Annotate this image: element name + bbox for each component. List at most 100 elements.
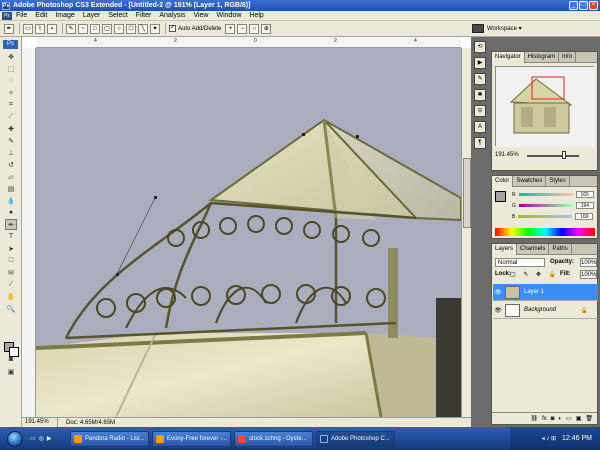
tab-styles[interactable]: Styles bbox=[546, 176, 570, 187]
ellipse-icon[interactable]: ○ bbox=[114, 23, 124, 34]
opacity-field[interactable]: 100% bbox=[580, 258, 597, 267]
tab-histogram[interactable]: Histogram bbox=[525, 52, 560, 63]
menu-filter[interactable]: Filter bbox=[136, 12, 152, 19]
tab-layers[interactable]: Layers bbox=[492, 244, 518, 255]
tab-swatches[interactable]: Swatches bbox=[513, 176, 547, 187]
tool-presets-icon[interactable]: ✎ bbox=[474, 73, 486, 85]
brush-tool-icon[interactable]: ✎ bbox=[5, 135, 17, 146]
navigator-thumbnail[interactable] bbox=[495, 66, 595, 147]
media-icon[interactable]: ▶ bbox=[47, 435, 52, 442]
pen-icon[interactable]: ✎ bbox=[66, 23, 76, 34]
workspace-menu[interactable]: Workspace ▾ bbox=[487, 25, 522, 32]
shape-tool-icon[interactable]: □ bbox=[5, 255, 17, 266]
fill-pixels-icon[interactable]: ▪ bbox=[47, 23, 57, 34]
character-panel-icon[interactable]: A bbox=[474, 121, 486, 133]
layer-row-layer-1[interactable]: 👁 Layer 1 bbox=[493, 284, 598, 301]
b-value-field[interactable]: 169 bbox=[575, 213, 594, 220]
paths-icon[interactable]: ⌇ bbox=[35, 23, 45, 34]
navigator-slider-knob[interactable] bbox=[562, 151, 566, 159]
tab-navigator[interactable]: Navigator bbox=[492, 52, 525, 63]
lasso-tool-icon[interactable]: ◌ bbox=[5, 75, 17, 86]
r-slider[interactable] bbox=[518, 193, 573, 196]
clone-source-icon[interactable]: ⊙ bbox=[474, 105, 486, 117]
path-selection-icon[interactable]: ➤ bbox=[5, 243, 17, 254]
tab-paths[interactable]: Paths bbox=[549, 244, 572, 255]
maximize-icon[interactable]: □ bbox=[579, 1, 588, 10]
freeform-pen-icon[interactable]: ~ bbox=[78, 23, 88, 34]
task-pandora[interactable]: Pandora Radio - List... bbox=[70, 430, 149, 447]
custom-shape-icon[interactable]: ✦ bbox=[150, 23, 160, 34]
background-color-swatch[interactable] bbox=[9, 347, 19, 357]
hand-tool-icon[interactable]: ✋ bbox=[5, 291, 17, 302]
navigator-zoom[interactable]: 191.45% bbox=[495, 152, 519, 158]
tab-channels[interactable]: Channels bbox=[517, 244, 550, 255]
desktop-icon[interactable]: ▭ bbox=[30, 435, 36, 442]
g-value-field[interactable]: 194 bbox=[575, 202, 594, 209]
visibility-eye-icon[interactable]: 👁 bbox=[493, 289, 503, 296]
zoom-level-field[interactable]: 191.45% bbox=[22, 418, 58, 427]
notes-tool-icon[interactable]: ✉ bbox=[5, 267, 17, 278]
pen-tool-icon[interactable]: ✒ bbox=[5, 219, 17, 230]
fill-field[interactable]: 100% bbox=[580, 270, 597, 279]
new-group-icon[interactable]: ▭ bbox=[566, 415, 572, 422]
path-add-icon[interactable]: + bbox=[225, 23, 236, 34]
history-brush-icon[interactable]: ↺ bbox=[5, 159, 17, 170]
actions-panel-icon[interactable]: ▶ bbox=[474, 57, 486, 69]
path-subtract-icon[interactable]: − bbox=[237, 23, 248, 34]
visibility-eye-icon[interactable]: 👁 bbox=[493, 307, 503, 314]
polygon-icon[interactable]: ⬡ bbox=[126, 23, 136, 34]
b-slider[interactable] bbox=[518, 215, 573, 218]
layer-style-icon[interactable]: fx bbox=[542, 416, 547, 422]
g-slider[interactable] bbox=[518, 204, 573, 207]
crop-tool-icon[interactable]: ⌗ bbox=[5, 99, 17, 110]
tab-info[interactable]: Info bbox=[559, 52, 577, 63]
healing-brush-icon[interactable]: ✚ bbox=[5, 123, 17, 134]
slice-tool-icon[interactable]: ⟋ bbox=[5, 111, 17, 122]
brushes-panel-icon[interactable]: ✱ bbox=[474, 89, 486, 101]
r-value-field[interactable]: 165 bbox=[575, 191, 594, 198]
clone-stamp-icon[interactable]: ⊥ bbox=[5, 147, 17, 158]
dodge-tool-icon[interactable]: ● bbox=[5, 207, 17, 218]
path-intersect-icon[interactable]: ∩ bbox=[249, 23, 260, 34]
task-stock[interactable]: stock.schng - Oyste... bbox=[234, 430, 313, 447]
tray-icons[interactable]: ◂ ♪ ⊞ bbox=[542, 435, 556, 442]
clock[interactable]: 12:46 PM bbox=[562, 435, 592, 442]
type-tool-icon[interactable]: T bbox=[5, 231, 17, 242]
color-spectrum-ramp[interactable] bbox=[495, 228, 595, 236]
gradient-tool-icon[interactable]: ▤ bbox=[5, 183, 17, 194]
zoom-tool-icon[interactable]: 🔍 bbox=[5, 303, 17, 314]
menu-image[interactable]: Image bbox=[55, 12, 74, 19]
new-layer-icon[interactable]: ▣ bbox=[576, 415, 582, 422]
close-icon[interactable]: × bbox=[589, 1, 598, 10]
link-layers-icon[interactable]: ⛓ bbox=[530, 415, 538, 422]
palette-well-icon[interactable] bbox=[472, 24, 484, 33]
layer-row-background[interactable]: 👁 Background 🔒 bbox=[493, 302, 598, 319]
menu-help[interactable]: Help bbox=[249, 12, 263, 19]
vertical-scrollbar[interactable] bbox=[461, 48, 471, 417]
layer-mask-icon[interactable]: ◙ bbox=[551, 416, 555, 422]
photoshop-menu-icon[interactable]: Ps bbox=[2, 11, 12, 20]
browser-icon[interactable]: ◎ bbox=[39, 435, 44, 442]
color-foreground-swatch[interactable] bbox=[495, 191, 506, 202]
task-photoshop[interactable]: Adobe Photoshop C... bbox=[316, 430, 395, 447]
marquee-tool-icon[interactable]: ⬚ bbox=[5, 63, 17, 74]
rectangle-icon[interactable]: □ bbox=[90, 23, 100, 34]
delete-layer-icon[interactable]: 🗑 bbox=[585, 415, 593, 422]
pen-tool-preset-icon[interactable]: ✒ bbox=[4, 23, 14, 34]
history-panel-icon[interactable]: ⟲ bbox=[474, 41, 486, 53]
paragraph-panel-icon[interactable]: ¶ bbox=[474, 137, 486, 149]
menu-layer[interactable]: Layer bbox=[83, 12, 101, 19]
menu-view[interactable]: View bbox=[193, 12, 208, 19]
menu-file[interactable]: File bbox=[16, 12, 27, 19]
scrollbar-thumb[interactable] bbox=[463, 158, 471, 228]
shape-layers-icon[interactable]: ▭ bbox=[23, 23, 33, 34]
blend-mode-select[interactable]: Normal bbox=[495, 258, 545, 267]
auto-add-delete-checkbox[interactable]: ✓ bbox=[169, 25, 176, 32]
line-icon[interactable]: ╲ bbox=[138, 23, 148, 34]
lock-options-icon[interactable]: ▢ ✎ ✥ 🔒 bbox=[510, 271, 559, 278]
eyedropper-icon[interactable]: ⁄ bbox=[5, 279, 17, 290]
menu-select[interactable]: Select bbox=[108, 12, 127, 19]
minimize-icon[interactable]: _ bbox=[569, 1, 578, 10]
document-size[interactable]: Doc: 4.65M/4.65M bbox=[58, 420, 115, 426]
menu-edit[interactable]: Edit bbox=[35, 12, 47, 19]
